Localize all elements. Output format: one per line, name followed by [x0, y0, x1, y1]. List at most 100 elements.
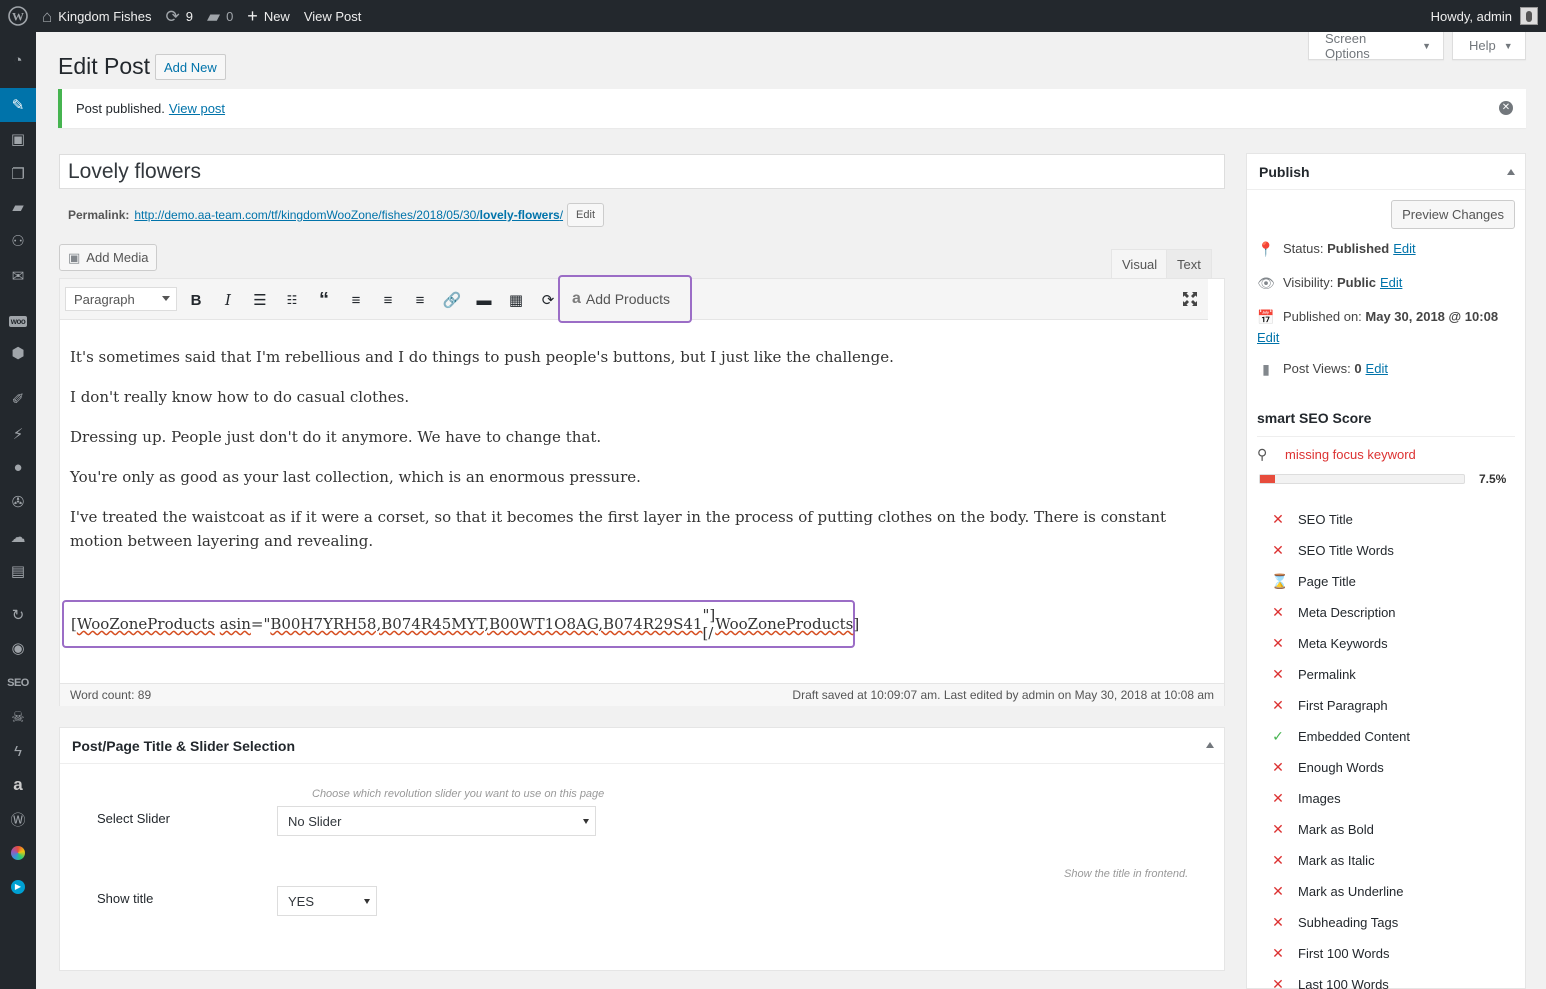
status-edit-link[interactable]: Edit	[1393, 241, 1415, 256]
new-content-link[interactable]: + New	[240, 0, 297, 32]
wordpress-logo-button[interactable]: W	[0, 0, 35, 32]
wordpress-menu-icon[interactable]: Ⓦ	[0, 802, 36, 836]
appearance-icon[interactable]: ✐	[0, 382, 36, 416]
preview-changes-button[interactable]: Preview Changes	[1391, 200, 1515, 229]
collapse-icon[interactable]	[1206, 742, 1214, 748]
editor-content[interactable]: It's sometimes said that I'm rebellious …	[70, 345, 1210, 569]
seo-score-percent: 7.5%	[1479, 472, 1507, 486]
tab-visual[interactable]: Visual	[1111, 249, 1169, 278]
amazon-icon[interactable]: a	[0, 768, 36, 802]
content-paragraph: You're only as good as your last collect…	[70, 468, 641, 486]
align-center-icon[interactable]: ≡	[375, 287, 401, 313]
view-post-notice-link[interactable]: View post	[169, 101, 225, 116]
add-products-button[interactable]: a Add Products	[558, 275, 692, 323]
bullet-list-icon[interactable]: ☰	[247, 287, 273, 313]
slider-box-header[interactable]: Post/Page Title & Slider Selection	[60, 728, 1224, 764]
link-icon[interactable]: 🔗	[439, 287, 465, 313]
collapse-icon[interactable]	[1507, 169, 1515, 175]
help-button[interactable]: Help ▼	[1452, 32, 1526, 60]
fullscreen-icon[interactable]	[1178, 287, 1202, 311]
post-title-input[interactable]: Lovely flowers	[59, 154, 1225, 189]
users-icon[interactable]: ●	[0, 450, 36, 484]
post-editor: Paragraph B I ☰ ☷ “ ≡ ≡ ≡ 🔗 ▬ ▦ ⟳ a Add …	[59, 275, 1225, 706]
lightning-icon[interactable]: ϟ	[0, 734, 36, 768]
view-post-link[interactable]: View Post	[297, 0, 369, 32]
seo-check-item: ✕ First Paragraph	[1271, 697, 1387, 714]
permalink-url[interactable]: http://demo.aa-team.com/tf/kingdomWooZon…	[134, 208, 563, 222]
align-right-icon[interactable]: ≡	[407, 287, 433, 313]
toolbar-toggle-icon[interactable]: ▦	[503, 287, 529, 313]
published-edit-link[interactable]: Edit	[1257, 330, 1517, 345]
cross-icon: ✕	[1272, 604, 1284, 620]
visibility-edit-link[interactable]: Edit	[1380, 275, 1402, 290]
seo-check-item: ✕ Images	[1271, 790, 1341, 807]
tab-text[interactable]: Text	[1166, 249, 1212, 278]
products-icon[interactable]: ⬢	[0, 336, 36, 370]
comments-count: 0	[226, 8, 234, 24]
views-edit-link[interactable]: Edit	[1366, 361, 1388, 376]
draft-saved-status: Draft saved at 10:09:07 am. Last edited …	[792, 688, 1214, 702]
play-icon[interactable]: ▶	[0, 870, 36, 904]
media-icon[interactable]: ▣	[0, 122, 36, 156]
bold-icon[interactable]: B	[183, 287, 209, 313]
format-select[interactable]: Paragraph	[65, 287, 177, 311]
screen-options-label: Screen Options	[1325, 30, 1370, 61]
align-left-icon[interactable]: ≡	[343, 287, 369, 313]
publish-header[interactable]: Publish	[1247, 154, 1525, 190]
plugins-icon[interactable]: ⚡	[0, 417, 36, 451]
account-menu[interactable]: Howdy, admin	[1431, 7, 1546, 25]
editor-status-bar: Word count: 89 Draft saved at 10:09:07 a…	[60, 683, 1224, 706]
seo-icon[interactable]: ◉	[0, 631, 36, 665]
read-more-icon[interactable]: ▬	[471, 287, 497, 313]
published-value: May 30, 2018 @ 10:08	[1365, 309, 1499, 324]
post-views-row: ▮ Post Views: 0 Edit	[1257, 361, 1388, 378]
permalink-edit-button[interactable]: Edit	[567, 203, 605, 227]
numbered-list-icon[interactable]: ☷	[279, 287, 305, 313]
seo-check-item: ⌛ Page Title	[1271, 573, 1356, 590]
seo-text-icon[interactable]: SEO	[0, 666, 36, 700]
comment-icon: ▰	[206, 6, 221, 26]
woozone-shortcode[interactable]: [WooZoneProducts asin =" B00H7YRH58,B074R4…	[62, 600, 859, 648]
tools-icon[interactable]: ✇	[0, 485, 36, 519]
color-icon[interactable]	[0, 836, 36, 870]
revolution-icon[interactable]: ↻	[0, 598, 36, 632]
seo-check-item: ✕ SEO Title Words	[1271, 542, 1394, 559]
add-media-button[interactable]: ▣ Add Media	[59, 244, 158, 271]
layout-icon[interactable]: ▤	[0, 554, 36, 588]
publish-title: Publish	[1259, 163, 1310, 180]
admin-menu: ◔ ✎ ▣ ❐ ▰ ⚇ ✉ woo ⬢ ✐ ⚡ ● ✇ ☁ ▤ ↻ ◉ SEO …	[0, 32, 36, 989]
media-icon: ▣	[68, 249, 81, 265]
view-post-label: View Post	[303, 8, 362, 24]
slider-selection-box: Post/Page Title & Slider Selection Choos…	[59, 727, 1225, 971]
comments-icon[interactable]: ▰	[0, 190, 36, 224]
show-title-select[interactable]: YES	[277, 886, 377, 916]
caret-down-icon	[364, 899, 370, 904]
dashboard-icon[interactable]: ◔	[0, 43, 36, 77]
slider-select[interactable]: No Slider	[277, 806, 596, 836]
blockquote-icon[interactable]: “	[311, 287, 337, 313]
add-new-button[interactable]: Add New	[155, 54, 226, 80]
updates-link[interactable]: ⟳ 9	[159, 0, 200, 32]
pirate-icon[interactable]: ☠	[0, 700, 36, 734]
settings-icon[interactable]: ☁	[0, 520, 36, 554]
chart-icon: ▮	[1262, 361, 1270, 377]
mail-icon[interactable]: ✉	[0, 259, 36, 293]
howdy-text: Howdy, admin	[1430, 8, 1512, 24]
key-icon: ⚲	[1257, 446, 1268, 462]
shortcode-bracket-close: ]	[853, 615, 860, 633]
seo-check-item: ✕ Mark as Underline	[1271, 883, 1403, 900]
visibility-label: Visibility:	[1283, 275, 1334, 290]
published-notice: Post published. View post ✕	[58, 89, 1526, 128]
screen-options-button[interactable]: Screen Options ▼	[1308, 30, 1444, 61]
fish-icon[interactable]: ⚇	[0, 224, 36, 258]
pages-icon[interactable]: ❐	[0, 157, 36, 191]
site-name-link[interactable]: ⌂ Kingdom Fishes	[35, 0, 159, 32]
home-icon: ⌂	[42, 6, 53, 26]
caret-down-icon: ▼	[1422, 40, 1431, 51]
posts-icon[interactable]: ✎	[0, 88, 36, 122]
comments-link[interactable]: ▰ 0	[200, 0, 240, 32]
dismiss-icon[interactable]: ✕	[1499, 101, 1513, 115]
permalink-row: Permalink: http://demo.aa-team.com/tf/ki…	[68, 203, 605, 227]
woo-icon[interactable]: woo	[0, 304, 36, 338]
italic-icon[interactable]: I	[215, 287, 241, 313]
